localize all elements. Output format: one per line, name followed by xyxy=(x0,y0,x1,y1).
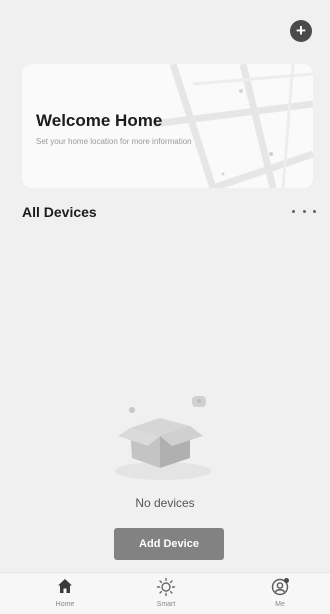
tab-me[interactable]: Me xyxy=(250,577,310,608)
welcome-card[interactable]: Welcome Home Set your home location for … xyxy=(22,64,313,188)
tab-smart[interactable]: Smart xyxy=(136,577,196,608)
map-background-icon xyxy=(153,64,313,188)
tab-smart-label: Smart xyxy=(156,601,176,608)
more-icon xyxy=(292,209,295,213)
all-devices-title: All Devices xyxy=(22,204,97,220)
welcome-subtitle: Set your home location for more informat… xyxy=(36,137,192,146)
plus-icon: + xyxy=(296,21,306,40)
empty-state-text: No devices xyxy=(135,496,195,510)
empty-box-icon xyxy=(115,396,211,480)
add-home-button[interactable]: + xyxy=(290,20,312,42)
tab-home-label: Home xyxy=(55,601,75,608)
welcome-title: Welcome Home xyxy=(36,111,163,130)
add-device-button[interactable]: Add Device xyxy=(114,528,224,560)
user-icon xyxy=(271,578,289,596)
tab-me-label: Me xyxy=(275,601,285,608)
sun-icon xyxy=(156,577,176,597)
bottom-tab-bar: Home Smart Me xyxy=(0,572,330,614)
tab-home[interactable]: Home xyxy=(35,577,95,608)
more-options-button[interactable] xyxy=(292,205,316,217)
home-icon xyxy=(58,579,72,593)
